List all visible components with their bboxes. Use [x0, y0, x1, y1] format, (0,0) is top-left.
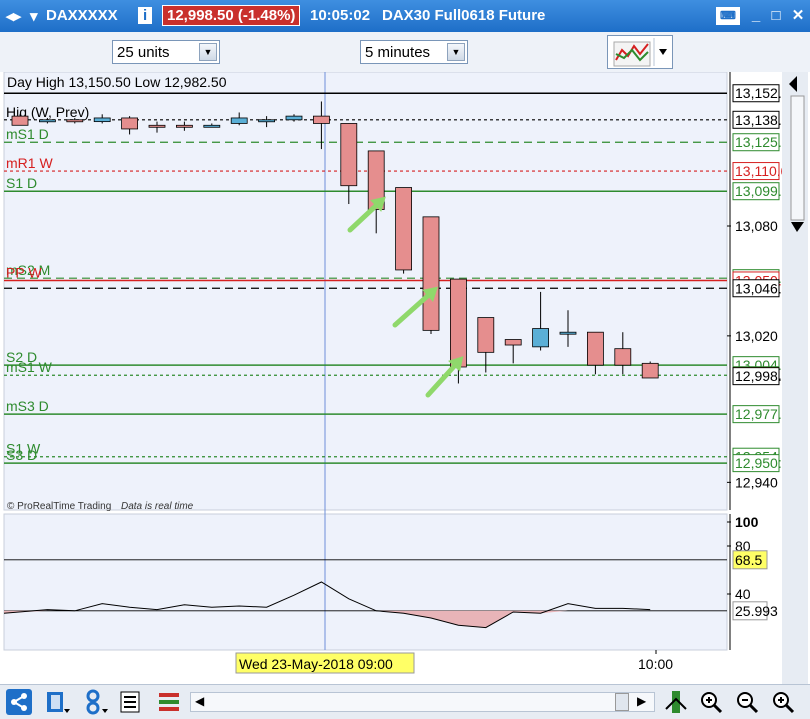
- candle-body: [504, 339, 522, 346]
- level-name: mS3 D: [6, 398, 49, 414]
- chart-toolbar: 25 units ▼ 5 minutes ▼: [0, 32, 810, 73]
- osc-level-label: 25.993: [735, 603, 778, 619]
- close-icon[interactable]: ✕: [786, 7, 810, 25]
- chevron-down-icon[interactable]: ▼: [199, 43, 217, 61]
- chart-area[interactable]: Hig (W, Prev) mS1 DmR1 W S1 DmS2 M PP W S2 D…: [0, 72, 810, 684]
- zoom-all-icon[interactable]: [770, 689, 796, 715]
- candle-body: [203, 124, 221, 128]
- bars-icon[interactable]: [156, 689, 182, 715]
- candle-body: [148, 124, 166, 128]
- candle-body: [587, 331, 604, 366]
- keyboard-icon[interactable]: ⌨: [716, 7, 740, 25]
- timeframe-value: 5 minutes: [365, 44, 431, 61]
- candle-body: [11, 115, 29, 126]
- candle-body: [477, 317, 495, 353]
- level-name: S1 D: [6, 175, 37, 191]
- day-info: Day High 13,150.50 Low 12,982.50: [7, 74, 227, 90]
- candle-body: [312, 115, 330, 124]
- candle-body: [258, 119, 276, 123]
- candle-body: [395, 187, 413, 271]
- price-tick-label: 13,020: [735, 328, 778, 344]
- candle-body: [285, 115, 303, 121]
- chart-canvas[interactable]: Hig (W, Prev)mS1 DmR1 WS1 DmS2 MPP WS2 D…: [0, 72, 810, 684]
- price-panel-bg: [4, 72, 727, 510]
- candle-body: [614, 348, 632, 366]
- scroll-left-icon[interactable]: ◀: [195, 694, 204, 708]
- bottom-toolbar: ◀ ▶: [0, 684, 810, 719]
- instrument-label: DAX30 Full0618 Future: [382, 7, 546, 24]
- scroll-thumb[interactable]: [790, 95, 805, 221]
- zoom-in-icon[interactable]: [698, 689, 724, 715]
- info-icon[interactable]: i: [138, 7, 153, 24]
- symbol-label[interactable]: DAXXXXX: [46, 7, 118, 24]
- scroll-thumb-h[interactable]: [615, 693, 629, 711]
- candle-body: [559, 331, 577, 335]
- level-name: mR1 W: [6, 155, 53, 171]
- realtime-label: Data is real time: [121, 501, 194, 512]
- share-icon[interactable]: [6, 689, 32, 715]
- zoom-out-icon[interactable]: [734, 689, 760, 715]
- candle-body: [340, 123, 358, 187]
- price-tick-label: 13,080: [735, 218, 778, 234]
- candle-body: [39, 119, 56, 123]
- candle-body: [230, 117, 248, 124]
- copyright-label: © ProRealTime Trading: [7, 501, 111, 512]
- level-name: mS1 W: [6, 359, 53, 375]
- zoom-fit-icon[interactable]: [664, 689, 690, 715]
- units-select[interactable]: 25 units ▼: [112, 40, 220, 64]
- candle-body: [121, 117, 138, 130]
- candle-body: [422, 216, 440, 331]
- maximize-icon[interactable]: □: [764, 7, 788, 25]
- x-tick-label: 10:00: [638, 656, 673, 672]
- units-value: 25 units: [117, 44, 170, 61]
- title-bar: ◂▸ ▾ DAXXXXX i 12,998.50 (-1.48%) 10:05:…: [0, 0, 810, 32]
- level-name: mS1 D: [6, 126, 49, 142]
- candle-body: [93, 117, 111, 123]
- list-icon[interactable]: [118, 689, 144, 715]
- tool-icon[interactable]: [82, 689, 108, 715]
- candle-body: [175, 124, 193, 128]
- level-name: S3 D: [6, 447, 37, 463]
- price-change-badge: 12,998.50 (-1.48%): [162, 5, 301, 26]
- scroll-right-icon[interactable]: ▶: [637, 694, 646, 708]
- osc-level-label: 68.5: [735, 552, 762, 568]
- level-name: PP W: [6, 264, 42, 280]
- oscillator-panel-bg: [4, 514, 727, 650]
- indicators-button[interactable]: [607, 35, 673, 69]
- candle-body: [66, 119, 84, 123]
- candle-body: [641, 362, 659, 379]
- indicators-icon: [613, 38, 667, 67]
- cursor-date: Wed 23-May-2018 09:00: [239, 656, 393, 672]
- layout-icon[interactable]: [44, 689, 70, 715]
- clock-label: 10:05:02: [310, 7, 371, 24]
- horizontal-scrollbar[interactable]: ◀ ▶: [190, 692, 655, 712]
- chevron-down-icon[interactable]: ▼: [447, 43, 465, 61]
- price-tick-label: 12,940: [735, 474, 778, 490]
- osc-tick-label: 40: [735, 586, 751, 602]
- window-menu-icon[interactable]: ◂▸: [6, 7, 21, 25]
- timeframe-select[interactable]: 5 minutes ▼: [360, 40, 468, 64]
- osc-tick-label: 100: [735, 514, 759, 530]
- dropdown-icon[interactable]: ▾: [30, 7, 38, 25]
- candle-body: [449, 278, 467, 368]
- candle-body: [532, 328, 549, 348]
